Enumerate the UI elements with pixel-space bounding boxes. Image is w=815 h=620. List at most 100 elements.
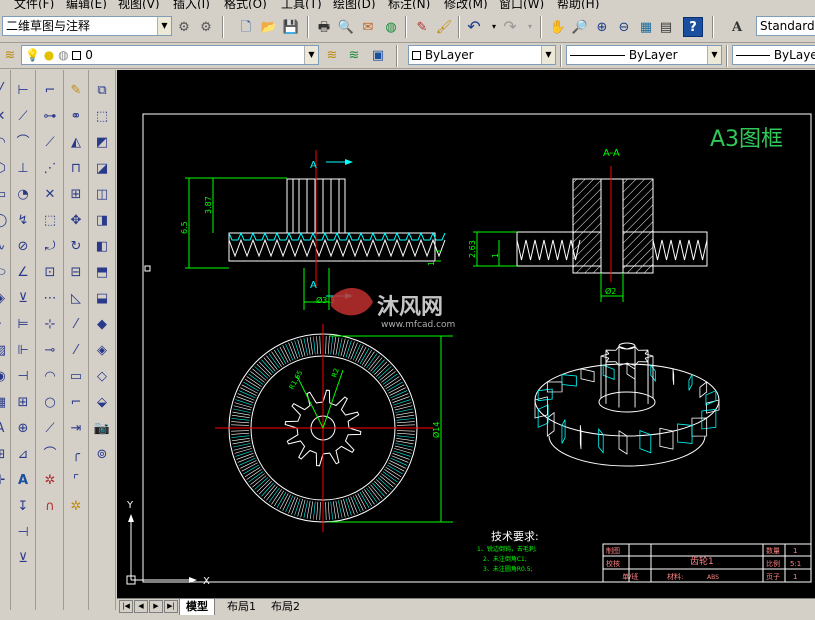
pyramid-icon[interactable]: ⬒ bbox=[92, 262, 112, 282]
dimension-text-edit-icon[interactable]: A bbox=[13, 470, 33, 490]
rotate-object-icon[interactable]: ↻ bbox=[66, 236, 86, 256]
layer-manager-icon[interactable]: ≋ bbox=[0, 45, 20, 65]
properties-paint-icon[interactable]: ✲ bbox=[66, 496, 86, 516]
first-tab-icon[interactable]: |◀ bbox=[119, 600, 133, 613]
extrude-icon[interactable]: ⬓ bbox=[92, 288, 112, 308]
previous-tab-icon[interactable]: ◀ bbox=[134, 600, 148, 613]
print-icon[interactable]: 🖶 bbox=[314, 17, 334, 37]
tab-layout2[interactable]: 布局2 bbox=[265, 599, 306, 615]
offset-icon[interactable]: ⋰ bbox=[40, 158, 60, 178]
array-icon[interactable]: ✕ bbox=[40, 184, 60, 204]
array-object-icon[interactable]: ⊞ bbox=[66, 184, 86, 204]
quick-dimension-icon[interactable]: ⊻ bbox=[13, 288, 33, 308]
sphere-icon[interactable]: ◫ bbox=[92, 184, 112, 204]
xline-icon[interactable]: ✕ bbox=[0, 106, 10, 126]
layer-dropdown[interactable]: 💡 ● ◍ 0 ▼ bbox=[21, 45, 319, 65]
arc-icon[interactable]: ◠ bbox=[0, 132, 10, 152]
chamfer-icon[interactable]: ⟋ bbox=[40, 418, 60, 438]
break-icon[interactable]: ◠ bbox=[40, 366, 60, 386]
break-object-icon[interactable]: ▭ bbox=[66, 366, 86, 386]
torus-icon[interactable]: ◧ bbox=[92, 236, 112, 256]
move-object-icon[interactable]: ✥ bbox=[66, 210, 86, 230]
region-icon[interactable]: ◉ bbox=[0, 366, 10, 386]
magnet-icon[interactable]: ∩ bbox=[40, 496, 60, 516]
spline-icon[interactable]: ∿ bbox=[0, 236, 10, 256]
menu-edit[interactable]: 编辑(E) bbox=[66, 0, 107, 9]
layer-previous-icon[interactable]: ≋ bbox=[344, 45, 364, 65]
menu-insert[interactable]: 插入(I) bbox=[173, 0, 210, 9]
scale-object-icon[interactable]: ⊟ bbox=[66, 262, 86, 282]
mirror-object-icon[interactable]: ◭ bbox=[66, 132, 86, 152]
undo-icon[interactable]: ↶ bbox=[464, 17, 484, 37]
radius-icon[interactable]: ◔ bbox=[13, 184, 33, 204]
trim-object-icon[interactable]: ⁄ bbox=[66, 314, 86, 334]
3d-dwf-icon[interactable]: ◍ bbox=[381, 17, 401, 37]
tolerance-icon[interactable]: ⊞ bbox=[0, 444, 10, 464]
properties-icon[interactable]: ▦ bbox=[636, 17, 656, 37]
last-tab-icon[interactable]: ▶| bbox=[164, 600, 178, 613]
drawing-canvas[interactable]: A3图框 A A 6.5 3.87 1 Ø3.3 A-A 2.63 1 Ø2 沐… bbox=[117, 70, 815, 598]
zoom-window-icon[interactable]: ⊕ bbox=[592, 17, 612, 37]
hatch-icon[interactable]: ▨ bbox=[0, 340, 10, 360]
new-file-icon[interactable]: 🗋 bbox=[236, 17, 256, 37]
workspace-settings-icon[interactable]: ⚙ bbox=[174, 17, 194, 37]
mtext-icon[interactable]: A bbox=[0, 418, 10, 438]
publish-icon[interactable]: ✉ bbox=[358, 17, 378, 37]
ellipse-icon[interactable]: ⬭ bbox=[0, 262, 10, 282]
render-icon[interactable]: ⊚ bbox=[92, 444, 112, 464]
diameter-icon[interactable]: ⊘ bbox=[13, 236, 33, 256]
redo-icon[interactable]: ↷ bbox=[500, 17, 520, 37]
zoom-previous-icon[interactable]: ⊖ bbox=[614, 17, 634, 37]
erase-icon[interactable]: ⌐ bbox=[40, 80, 60, 100]
redo-dropdown-icon[interactable]: ▾ bbox=[520, 17, 540, 37]
copy-icon[interactable]: ⊶ bbox=[40, 106, 60, 126]
layer-states-icon[interactable]: ▣ bbox=[368, 45, 388, 65]
rotate-icon[interactable]: ⤾ bbox=[40, 236, 60, 256]
dimstyle-control-icon[interactable]: ⊻ bbox=[13, 548, 33, 568]
jogged-icon[interactable]: ↯ bbox=[13, 210, 33, 230]
match-properties-icon[interactable]: 🖌 bbox=[434, 17, 454, 37]
print-preview-icon[interactable]: 🔍 bbox=[336, 17, 356, 37]
camera-icon[interactable]: 📷 bbox=[92, 418, 112, 438]
menu-draw[interactable]: 绘图(D) bbox=[333, 0, 376, 9]
cut-icon[interactable]: ✎ bbox=[412, 17, 432, 37]
line-icon[interactable]: ╱ bbox=[0, 80, 10, 100]
tab-layout1[interactable]: 布局1 bbox=[221, 599, 262, 615]
join-object-icon[interactable]: ⌐ bbox=[66, 392, 86, 412]
menu-tools[interactable]: 工具(T) bbox=[281, 0, 322, 9]
menu-window[interactable]: 窗口(W) bbox=[499, 0, 544, 9]
move-icon[interactable]: ⬚ bbox=[40, 210, 60, 230]
ordinate-icon[interactable]: ⊥ bbox=[13, 158, 33, 178]
menu-help[interactable]: 帮助(H) bbox=[557, 0, 599, 9]
continue-icon[interactable]: ⊩ bbox=[13, 340, 33, 360]
next-tab-icon[interactable]: ▶ bbox=[149, 600, 163, 613]
fillet-icon[interactable]: ⌒ bbox=[40, 444, 60, 464]
offset-object-icon[interactable]: ⊓ bbox=[66, 158, 86, 178]
linear-dimension-icon[interactable]: ⊢ bbox=[13, 80, 33, 100]
linetype-dropdown[interactable]: ByLayer ▼ bbox=[566, 45, 722, 65]
menu-view[interactable]: 视图(V) bbox=[118, 0, 160, 9]
polygon-icon[interactable]: ⬡ bbox=[0, 158, 10, 178]
stretch-icon[interactable]: ⋯ bbox=[40, 288, 60, 308]
angular-icon[interactable]: ∠ bbox=[13, 262, 33, 282]
tolerance-dim-icon[interactable]: ⊞ bbox=[13, 392, 33, 412]
dimension-edit-icon[interactable]: ⊿ bbox=[13, 444, 33, 464]
arc-length-icon[interactable]: ⌒ bbox=[13, 132, 33, 152]
join-icon[interactable]: ○ bbox=[40, 392, 60, 412]
revolve-icon[interactable]: ◆ bbox=[92, 314, 112, 334]
menu-modify[interactable]: 修改(M) bbox=[444, 0, 488, 9]
baseline-icon[interactable]: ⊨ bbox=[13, 314, 33, 334]
open-folder-icon[interactable]: 📂 bbox=[259, 17, 279, 37]
union-icon[interactable]: ◈ bbox=[92, 340, 112, 360]
menu-dimension[interactable]: 标注(N) bbox=[388, 0, 430, 9]
menu-file[interactable]: 文件(F) bbox=[14, 0, 54, 9]
mirror-icon[interactable]: ⟋ bbox=[40, 132, 60, 152]
extend-object-icon[interactable]: ⁄ bbox=[66, 340, 86, 360]
explode-object-icon[interactable]: ⌜ bbox=[66, 470, 86, 490]
3d-orbit-icon[interactable]: ⧉ bbox=[92, 80, 112, 100]
dimension-style-icon[interactable]: ⊣ bbox=[13, 522, 33, 542]
text-style-dropdown[interactable]: Standard bbox=[756, 16, 815, 36]
wedge-icon[interactable]: ◩ bbox=[92, 132, 112, 152]
workspace-dropdown[interactable]: 二维草图与注释 ▼ bbox=[2, 16, 172, 36]
tab-model[interactable]: 模型 bbox=[179, 599, 215, 615]
